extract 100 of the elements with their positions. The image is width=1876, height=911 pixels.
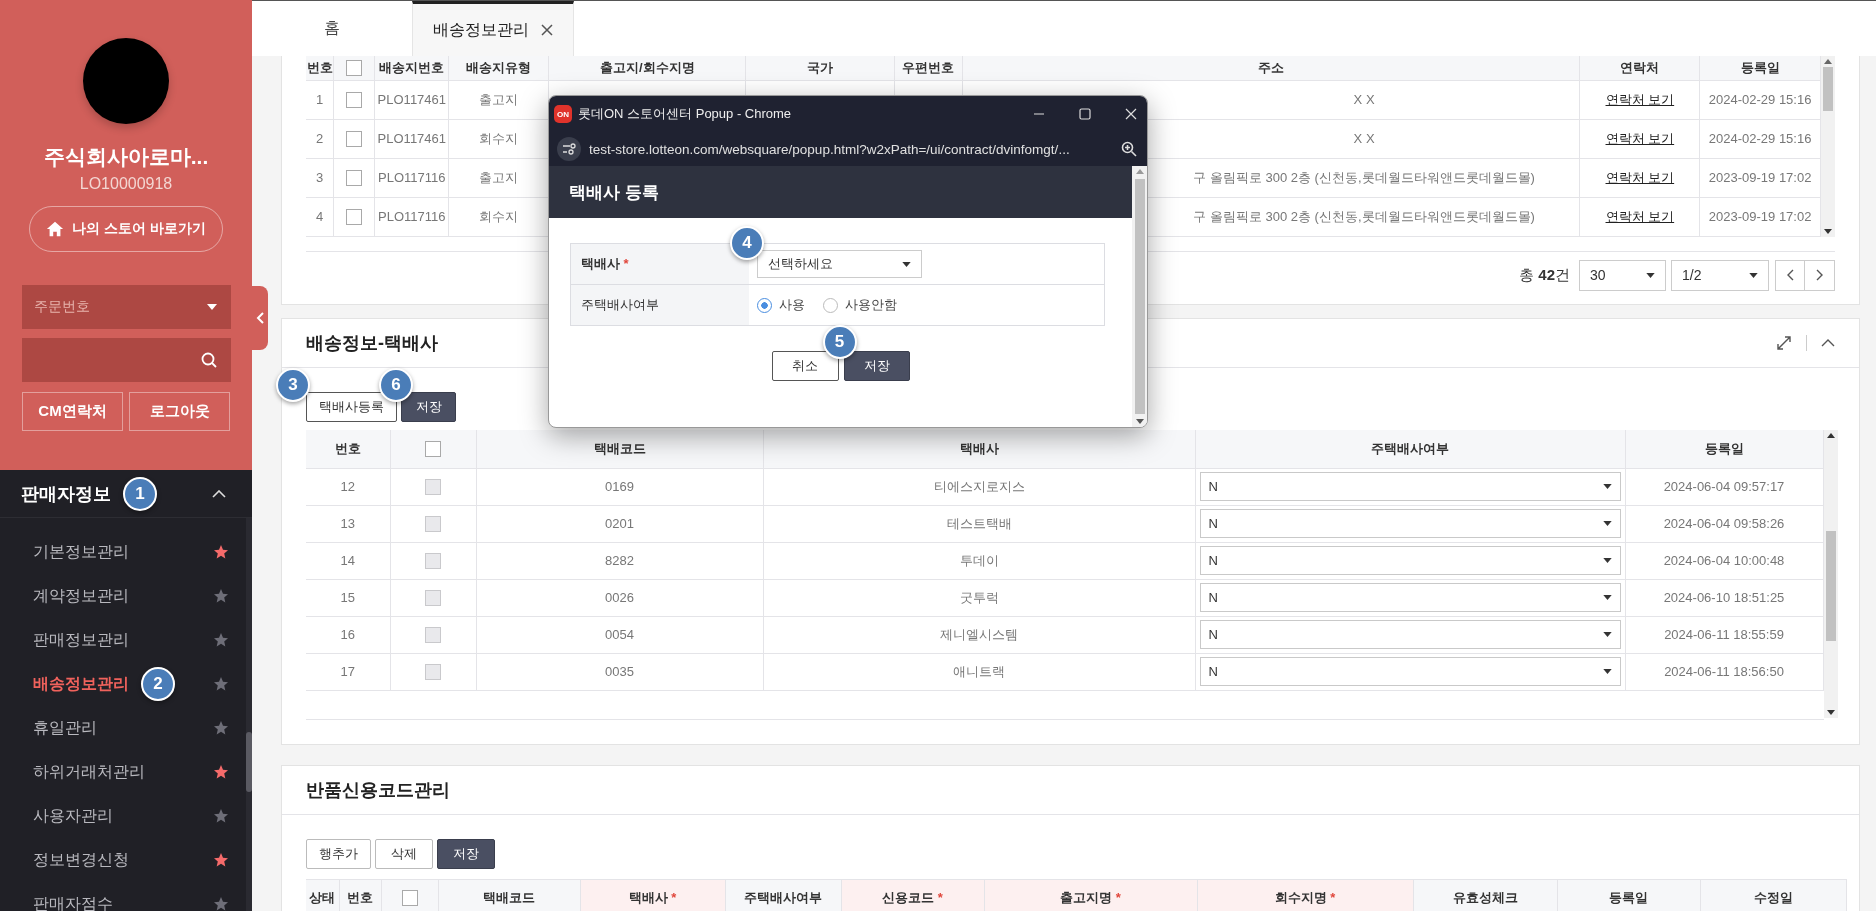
star-icon[interactable] [213, 632, 229, 648]
menu-item[interactable]: 사용자관리 [33, 805, 113, 827]
toolbar-button[interactable]: 저장 [437, 839, 495, 869]
column-header: 회수지명 * [1274, 889, 1336, 905]
radio-label[interactable]: 사용 [779, 296, 805, 314]
table-cell: 0026 [605, 590, 634, 605]
scrollbar[interactable] [1132, 166, 1147, 427]
previous-page-button[interactable] [1775, 259, 1805, 291]
site-settings-icon[interactable] [557, 137, 581, 161]
table-cell: PLO117116 [378, 170, 446, 185]
expand-icon[interactable] [1776, 335, 1792, 351]
close-icon[interactable] [541, 24, 553, 36]
page-select[interactable]: 1/2 [1671, 259, 1769, 291]
menu-section-header[interactable]: 판매자정보 1 [0, 470, 252, 518]
menu-item[interactable]: 휴일관리 [33, 717, 97, 739]
star-icon[interactable] [213, 896, 229, 911]
select-all-checkbox[interactable] [346, 60, 363, 77]
toolbar-button[interactable]: 행추가 [306, 839, 371, 869]
star-icon[interactable] [213, 588, 229, 604]
scroll-up-arrow-icon[interactable] [1824, 59, 1832, 64]
scrollbar[interactable] [246, 518, 252, 911]
table-cell: 12 [340, 479, 355, 494]
table-cell: 2024-06-04 09:58:26 [1663, 516, 1785, 531]
radio-button[interactable] [823, 297, 838, 313]
column-header: 번호 [306, 59, 333, 75]
star-icon[interactable] [213, 852, 229, 868]
column-header: 수정일 [1753, 889, 1793, 905]
section-title: 배송정보-택배사 [306, 332, 438, 355]
field-label: 택배사 * [581, 256, 629, 271]
dialog-button[interactable]: 저장 [843, 351, 910, 381]
table-cell: 1 [316, 92, 324, 107]
scroll-down-arrow-icon[interactable] [1826, 710, 1835, 715]
tab[interactable]: 배송정보관리 [412, 1, 574, 56]
sidebar-button[interactable]: 로그아웃 [129, 392, 230, 431]
caret-icon [1602, 558, 1612, 563]
menu-item[interactable]: 판매자점수 [33, 893, 113, 911]
sidebar-collapse-handle[interactable] [252, 286, 268, 350]
column-header: 주소 [1258, 59, 1285, 75]
row-checkbox[interactable] [346, 130, 363, 147]
scroll-up-arrow-icon[interactable] [1826, 433, 1835, 438]
row-checkbox[interactable] [346, 169, 363, 186]
star-icon[interactable] [213, 764, 229, 780]
menu-item[interactable]: 배송정보관리 [33, 673, 129, 695]
menu-item[interactable]: 하위거래처관리 [33, 761, 145, 783]
step-marker: 2 [141, 667, 175, 701]
table-cell: PLO117461 [377, 131, 447, 146]
table-cell: 2023-09-19 17:02 [1708, 170, 1812, 185]
radio-label[interactable]: 사용안함 [845, 296, 897, 314]
table-cell: 구 올림픽로 300 2층 (신천동,롯데월드타워앤드롯데월드몰) [1193, 208, 1535, 224]
star-icon[interactable] [213, 720, 229, 736]
table-cell: 티에스지로지스 [933, 478, 1025, 494]
page-size-select[interactable]: 30 [1579, 259, 1666, 291]
table-cell: 제니엘시스템 [940, 626, 1018, 642]
radio-button[interactable] [757, 297, 772, 313]
scroll-down-arrow-icon[interactable] [1824, 228, 1832, 234]
chevron-up-icon[interactable] [1821, 339, 1835, 347]
scrollbar-thumb[interactable] [1134, 179, 1145, 414]
section-title: 반품신용코드관리 [306, 779, 450, 802]
search-field[interactable] [21, 338, 231, 382]
step-marker: 3 [276, 368, 310, 402]
star-icon[interactable] [213, 544, 229, 560]
table-cell: 2024-06-04 10:00:48 [1663, 553, 1785, 568]
table-cell: 2024-06-04 09:57:17 [1663, 479, 1785, 494]
column-header: 등록일 [1704, 440, 1744, 456]
table-cell: 14 [340, 553, 355, 568]
zoom-icon[interactable] [1121, 141, 1137, 157]
next-page-button[interactable] [1805, 259, 1835, 291]
maximize-icon[interactable] [1079, 108, 1091, 120]
column-header: 출고지/회수지명 [599, 59, 695, 75]
menu-item[interactable]: 계약정보관리 [33, 585, 129, 607]
scrollbar-thumb[interactable] [246, 732, 252, 792]
menu-item[interactable]: 정보변경신청 [33, 849, 129, 871]
row-checkbox[interactable] [346, 91, 363, 108]
star-icon[interactable] [213, 676, 229, 692]
dialog-button[interactable]: 취소 [771, 351, 839, 381]
caret-icon [1602, 669, 1612, 674]
scrollbar[interactable] [1821, 56, 1835, 237]
table-cell: 회수지 [479, 208, 519, 224]
select-all-checkbox[interactable] [425, 441, 441, 458]
column-header: 등록일 [1609, 889, 1648, 905]
step-marker: 4 [730, 226, 764, 260]
table-cell: 출고지 [479, 91, 519, 107]
chevron-icon [212, 489, 226, 498]
toolbar-button[interactable]: 삭제 [375, 839, 433, 869]
total-count: 총 42건 [1519, 265, 1570, 285]
toolbar-button[interactable]: 저장 [401, 392, 456, 422]
table-cell: 2024-06-10 18:51:25 [1663, 590, 1785, 605]
chevron-left-icon [1786, 269, 1794, 281]
courier-select[interactable]: 선택하세요 [757, 250, 922, 278]
table-cell: 2 [316, 131, 324, 146]
sidebar-button[interactable]: CM연락처 [22, 392, 123, 431]
scrollbar-thumb[interactable] [1823, 67, 1833, 111]
menu-item[interactable]: 판매정보관리 [33, 629, 129, 651]
scroll-down-arrow-icon[interactable] [1135, 419, 1144, 424]
scrollbar-thumb[interactable] [1825, 531, 1836, 641]
row-checkbox[interactable] [346, 208, 363, 225]
menu-item[interactable]: 기본정보관리 [33, 541, 129, 563]
select-all-checkbox[interactable] [401, 889, 418, 906]
toolbar-button[interactable]: 택배사등록 [306, 392, 397, 422]
star-icon[interactable] [213, 808, 229, 824]
